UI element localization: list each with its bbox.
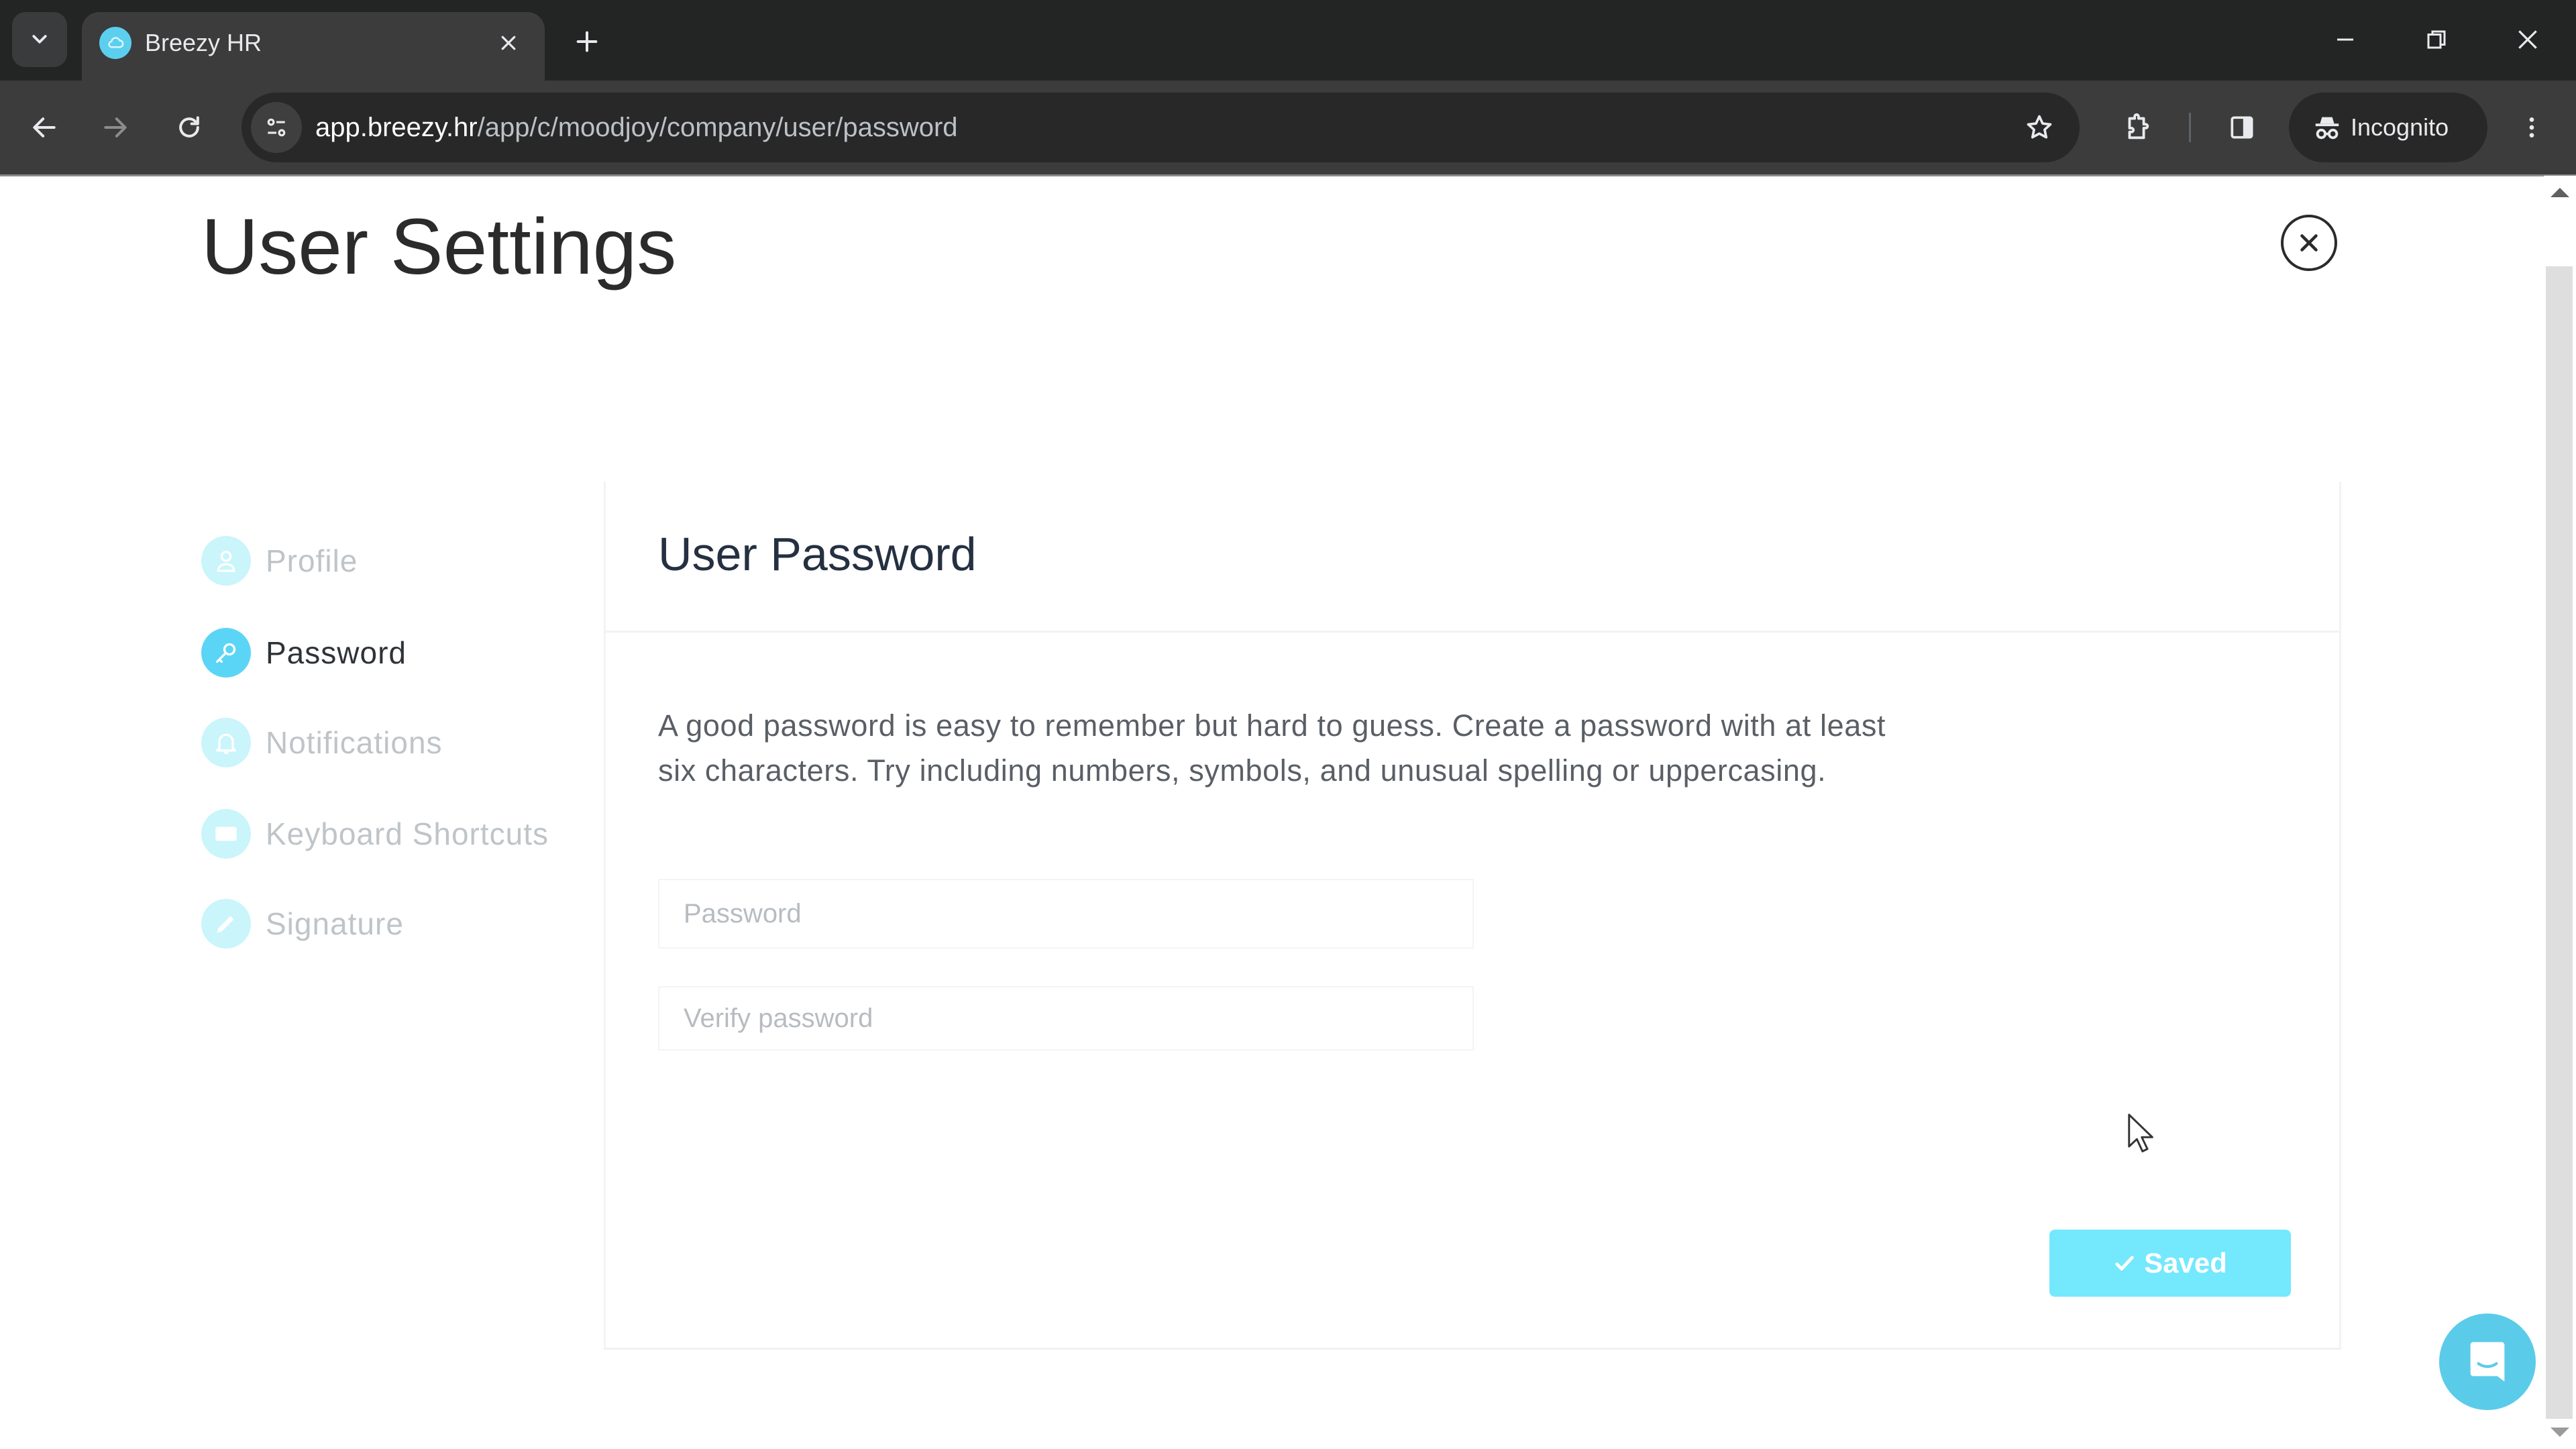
url-path: /app/c/moodjoy/company/user/password <box>477 113 958 142</box>
incognito-label: Incognito <box>2351 113 2449 141</box>
chevron-down-icon <box>32 35 47 44</box>
tab-close-button[interactable] <box>491 25 526 60</box>
reload-button[interactable] <box>164 102 215 153</box>
puzzle-icon <box>2128 113 2149 140</box>
scrollbar-thumb[interactable] <box>2546 266 2573 1419</box>
address-bar[interactable]: app.breezy.hr/app/c/moodjoy/company/user… <box>241 93 2080 162</box>
verify-password-input[interactable] <box>659 987 1472 1049</box>
chrome-divider <box>0 174 2576 176</box>
new-tab-button[interactable] <box>567 21 607 62</box>
plus-icon <box>576 31 598 52</box>
back-button[interactable] <box>19 102 70 153</box>
restore-icon <box>2427 30 2446 49</box>
minimize-icon <box>2337 38 2353 41</box>
tab-search-button[interactable] <box>12 12 67 67</box>
user-icon <box>201 536 251 586</box>
chat-bubble-icon <box>2470 1342 2505 1382</box>
panel-header: User Password <box>606 482 2339 633</box>
password-field[interactable] <box>658 879 1474 949</box>
sidebar-item-keyboard-shortcuts[interactable]: Keyboard Shortcuts <box>201 807 549 861</box>
forward-button[interactable] <box>90 102 141 153</box>
incognito-icon <box>2315 117 2339 140</box>
breezy-cloud-icon <box>99 27 131 59</box>
browser-menu-button[interactable] <box>2506 102 2557 153</box>
arrow-right-icon <box>104 117 127 138</box>
star-icon <box>2027 115 2052 139</box>
reload-icon <box>179 116 199 138</box>
minimize-button[interactable] <box>2318 16 2372 63</box>
key-icon <box>201 628 251 678</box>
url-text[interactable]: app.breezy.hr/app/c/moodjoy/company/user… <box>315 93 958 162</box>
scroll-down-arrow-icon[interactable] <box>2551 1428 2569 1437</box>
sidebar-item-label: Password <box>266 635 407 670</box>
browser-tab-strip: Breezy HR <box>0 0 2576 80</box>
tab-title: Breezy HR <box>145 29 262 56</box>
sidebar-item-password[interactable]: Password <box>201 626 407 680</box>
verify-password-field[interactable] <box>658 986 1474 1051</box>
incognito-indicator[interactable]: Incognito <box>2289 93 2487 162</box>
keyboard-icon <box>201 809 251 859</box>
close-settings-button[interactable] <box>2281 215 2337 271</box>
password-panel: User Password A good password is easy to… <box>604 482 2341 1350</box>
saved-button-label: Saved <box>2144 1247 2227 1279</box>
panel-title: User Password <box>658 528 977 580</box>
password-input[interactable] <box>659 880 1472 947</box>
bell-icon <box>201 718 251 767</box>
sidebar-item-signature[interactable]: Signature <box>201 897 404 951</box>
browser-tab[interactable]: Breezy HR <box>82 12 545 80</box>
url-host: app.breezy.hr <box>315 113 478 142</box>
side-panel-icon <box>2231 116 2253 139</box>
close-icon <box>501 36 516 50</box>
close-circle-icon <box>2300 234 2318 252</box>
side-panel-button[interactable] <box>2216 102 2267 153</box>
toolbar-divider <box>2189 113 2191 142</box>
extensions-button[interactable] <box>2112 102 2163 153</box>
sidebar-item-notifications[interactable]: Notifications <box>201 716 443 769</box>
restore-button[interactable] <box>2410 16 2463 63</box>
mouse-cursor-icon <box>2127 1112 2156 1157</box>
sidebar-item-label: Profile <box>266 543 358 578</box>
checkmark-icon <box>2115 1256 2134 1271</box>
bookmark-button[interactable] <box>2017 105 2062 150</box>
window-close-button[interactable] <box>2501 16 2555 63</box>
arrow-left-icon <box>33 117 56 138</box>
saved-button[interactable]: Saved <box>2049 1230 2291 1297</box>
chat-widget-button[interactable] <box>2439 1313 2536 1410</box>
close-icon <box>2518 30 2537 49</box>
site-info-button[interactable] <box>251 102 302 153</box>
sidebar-item-label: Signature <box>266 906 404 941</box>
browser-toolbar: app.breezy.hr/app/c/moodjoy/company/user… <box>0 80 2576 174</box>
sidebar-item-label: Notifications <box>266 725 443 760</box>
sidebar-item-profile[interactable]: Profile <box>201 534 358 588</box>
tune-icon <box>267 118 286 137</box>
page-title: User Settings <box>201 203 677 291</box>
password-description: A good password is easy to remember but … <box>658 708 1886 788</box>
sidebar-item-label: Keyboard Shortcuts <box>266 816 549 851</box>
pencil-icon <box>201 899 251 949</box>
kebab-menu-icon <box>2529 117 2534 138</box>
scroll-up-arrow-icon[interactable] <box>2551 188 2569 197</box>
